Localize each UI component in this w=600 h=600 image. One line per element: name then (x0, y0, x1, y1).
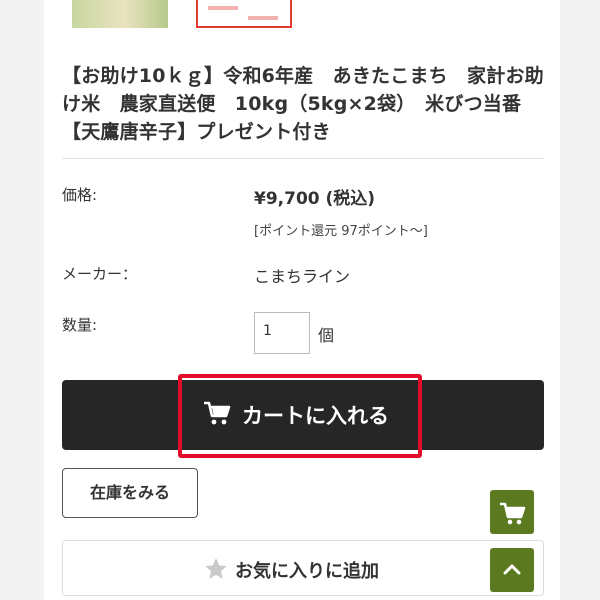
price-label: 価格: (62, 186, 98, 204)
thumbnail-text-bar (248, 16, 278, 20)
price-value: ¥9,700 (税込) (254, 189, 376, 209)
product-thumbnail-2[interactable] (196, 0, 292, 28)
chevron-up-icon (503, 564, 521, 575)
add-to-favorites-button[interactable]: お気に入りに追加 (62, 540, 544, 596)
thumbnail-text-bar (208, 6, 238, 10)
maker-value: こまちライン (254, 267, 351, 286)
points-info: [ポイント還元 97ポイント～] (254, 224, 428, 239)
check-stock-button[interactable]: 在庫をみる (62, 468, 198, 518)
quantity-unit: 個 (318, 326, 335, 345)
product-thumbnail-1[interactable] (72, 0, 168, 28)
cart-icon (500, 502, 526, 525)
cart-icon (204, 401, 231, 425)
quantity-input[interactable]: 1 (254, 312, 310, 354)
star-icon (205, 558, 227, 579)
scroll-to-top-button[interactable] (490, 548, 534, 592)
add-to-cart-label: カートに入れる (242, 404, 389, 428)
product-title: 【お助け10ｋｇ】令和6年産 あきたこまち 家計お助け米 農家直送便 10kg（… (62, 65, 544, 143)
quantity-label: 数量: (62, 316, 98, 334)
product-card: 【お助け10ｋｇ】令和6年産 あきたこまち 家計お助け米 農家直送便 10kg（… (44, 0, 560, 600)
add-to-favorites-label: お気に入りに追加 (235, 561, 379, 582)
maker-label: メーカー： (62, 265, 138, 283)
floating-cart-button[interactable] (490, 490, 534, 534)
divider (62, 158, 544, 159)
